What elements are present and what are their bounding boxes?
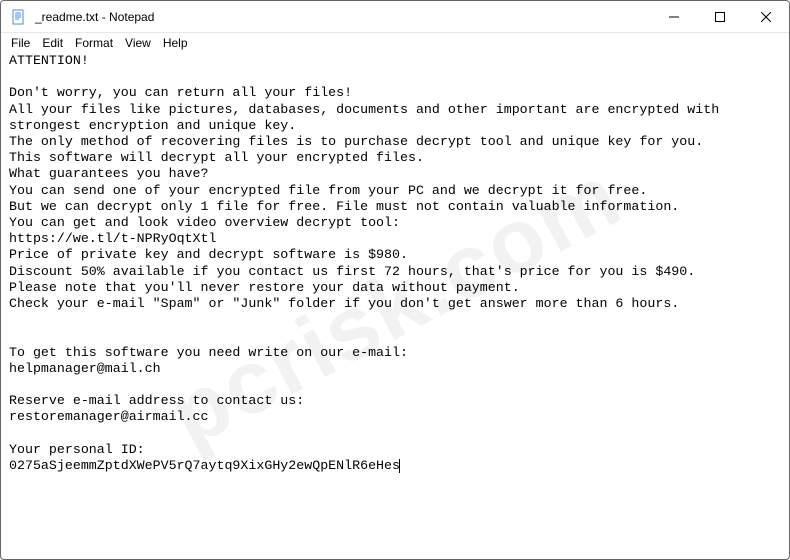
menu-view[interactable]: View [119,34,157,52]
window-title: _readme.txt - Notepad [35,10,651,24]
menu-format[interactable]: Format [69,34,119,52]
titlebar[interactable]: _readme.txt - Notepad [1,1,789,33]
maximize-button[interactable] [697,1,743,33]
text-caret [399,459,400,473]
menu-help[interactable]: Help [157,34,194,52]
minimize-button[interactable] [651,1,697,33]
close-button[interactable] [743,1,789,33]
menubar: File Edit Format View Help [1,33,789,53]
notepad-window: _readme.txt - Notepad File Edit Format V… [0,0,790,560]
window-controls [651,1,789,32]
notepad-icon [11,9,27,25]
menu-edit[interactable]: Edit [36,34,69,52]
menu-file[interactable]: File [5,34,36,52]
text-area[interactable]: pcrisk.comATTENTION! Don't worry, you ca… [1,53,789,559]
document-text: ATTENTION! Don't worry, you can return a… [9,53,727,473]
